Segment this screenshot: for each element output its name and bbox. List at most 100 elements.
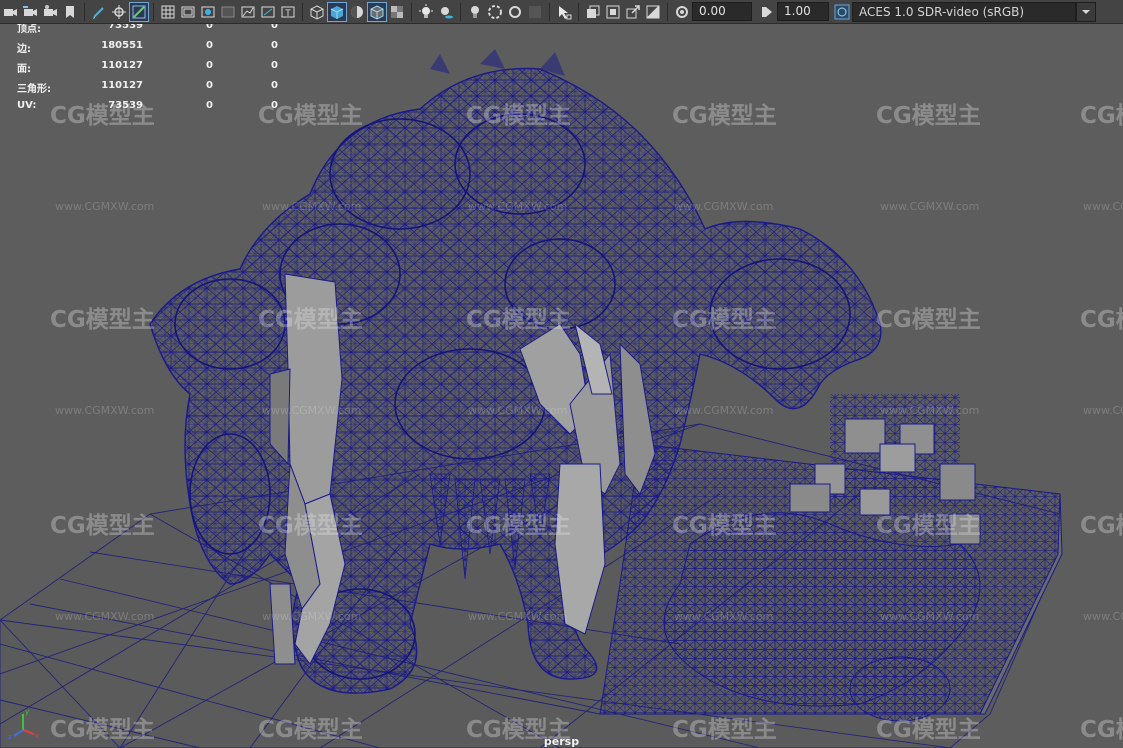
shadows-icon[interactable] bbox=[437, 3, 455, 21]
smooth-shade-icon[interactable] bbox=[327, 1, 347, 22]
watermark-logo: CG模型主 bbox=[672, 103, 777, 129]
anti-aliasing-icon[interactable] bbox=[506, 3, 524, 21]
hud-value: 0 bbox=[271, 24, 278, 31]
watermark-url: www.CGMXW.com bbox=[468, 404, 568, 417]
watermark-url: www.CGMXW.com bbox=[1083, 404, 1123, 417]
toolbar-divider bbox=[411, 2, 412, 21]
hud-value: 0 bbox=[271, 80, 278, 91]
watermark-url: www.CGMXW.com bbox=[674, 404, 774, 417]
xray-icon[interactable] bbox=[555, 3, 573, 21]
watermark-url: www.CGMXW.com bbox=[674, 610, 774, 623]
toolbar-divider bbox=[549, 2, 550, 21]
watermark-url: www.CGMXW.com bbox=[880, 610, 980, 623]
watermark-url: www.CGMXW.com bbox=[55, 404, 155, 417]
hud-row-vertices: 顶点: 73539 0 0 bbox=[17, 24, 278, 40]
hud-value: 73539 bbox=[108, 100, 143, 111]
watermark-logo: CG模型主 bbox=[466, 307, 571, 333]
perspective-viewport[interactable]: CG模型主 CG模型主 CG模型主 CG模型主 CG模型主 CG模型主 CG模型… bbox=[0, 24, 1123, 748]
watermark-logo: CG模型主 bbox=[466, 103, 571, 129]
hud-value: 0 bbox=[206, 80, 213, 91]
watermark-url: www.CGMXW.com bbox=[1083, 610, 1123, 623]
isolate-icon[interactable] bbox=[624, 3, 642, 21]
exposure-input[interactable]: 0.00 bbox=[692, 2, 752, 21]
grid-icon[interactable] bbox=[159, 3, 177, 21]
screen-space-ao-icon[interactable] bbox=[466, 3, 484, 21]
safe-title-icon[interactable]: T bbox=[279, 3, 297, 21]
hud-value: 110127 bbox=[101, 60, 143, 71]
colorspace-value: ACES 1.0 SDR-video (sRGB) bbox=[859, 4, 1025, 19]
hud-value: 0 bbox=[206, 100, 213, 111]
watermark-url: www.CGMXW.com bbox=[880, 404, 980, 417]
watermark-url: www.CGMXW.com bbox=[55, 610, 155, 623]
resolution-gate-icon[interactable] bbox=[199, 3, 217, 21]
hud-value: 0 bbox=[206, 24, 213, 31]
chevron-down-icon[interactable] bbox=[1076, 1, 1096, 22]
watermark-url: www.CGMXW.com bbox=[262, 200, 362, 213]
watermark-url: www.CGMXW.com bbox=[1083, 200, 1123, 213]
select-camera-icon[interactable] bbox=[1, 3, 19, 21]
hud-label: UV: bbox=[17, 100, 37, 111]
backface-icon[interactable] bbox=[644, 3, 662, 21]
hud-value: 0 bbox=[271, 60, 278, 71]
watermark-url: www.CGMXW.com bbox=[880, 200, 980, 213]
poly-count-hud: 顶点: 73539 0 0 边: 180551 0 0 面: 110127 0 … bbox=[17, 24, 278, 120]
camera-attributes-icon[interactable] bbox=[21, 3, 39, 21]
watermark-url: www.CGMXW.com bbox=[674, 200, 774, 213]
textured-icon[interactable] bbox=[388, 3, 406, 21]
hud-label: 面: bbox=[17, 64, 31, 75]
motion-blur-icon[interactable] bbox=[486, 3, 504, 21]
bookmark-icon[interactable] bbox=[41, 3, 59, 21]
camera-name-label: persp bbox=[543, 735, 580, 748]
isolate-select-icon[interactable] bbox=[129, 1, 149, 22]
watermark-logo: CG模型主 bbox=[466, 513, 571, 539]
wireframe-scene bbox=[0, 49, 1063, 748]
hud-value: 0 bbox=[206, 40, 213, 51]
gamma-input[interactable]: 1.00 bbox=[777, 2, 829, 21]
hud-value: 0 bbox=[271, 100, 278, 111]
toolbar-divider bbox=[153, 2, 154, 21]
toolbar-divider bbox=[84, 2, 85, 21]
safe-action-icon[interactable] bbox=[259, 3, 277, 21]
hud-row-uvs: UV: 73539 0 0 bbox=[17, 100, 278, 120]
hud-label: 边: bbox=[17, 44, 31, 55]
watermark-logo: CG模型主 bbox=[50, 307, 155, 333]
watermark-logo: CG模型主 bbox=[672, 307, 777, 333]
colorspace-dropdown[interactable]: ACES 1.0 SDR-video (sRGB) bbox=[852, 1, 1076, 22]
film-gate-icon[interactable] bbox=[179, 3, 197, 21]
watermark-url: www.CGMXW.com bbox=[468, 610, 568, 623]
viewport-toolbar: T 0.00 1.00 ACES 1.0 SDR-video (sRGB) bbox=[0, 0, 1123, 24]
depth-of-field-icon[interactable] bbox=[526, 3, 544, 21]
two-d-pan-icon[interactable] bbox=[110, 3, 128, 21]
watermark-logo: CG模型主 bbox=[876, 103, 981, 129]
wireframe-icon[interactable] bbox=[308, 3, 326, 21]
xray-components-icon[interactable] bbox=[604, 3, 622, 21]
hud-row-faces: 面: 110127 0 0 bbox=[17, 60, 278, 80]
gate-mask-icon[interactable] bbox=[219, 3, 237, 21]
watermark-logo: CG模型主 bbox=[50, 513, 155, 539]
toolbar-divider bbox=[302, 2, 303, 21]
exposure-icon[interactable] bbox=[673, 3, 691, 21]
hud-row-triangles: 三角形: 110127 0 0 bbox=[17, 80, 278, 100]
hud-row-edges: 边: 180551 0 0 bbox=[17, 40, 278, 60]
field-chart-icon[interactable] bbox=[239, 3, 257, 21]
gamma-icon[interactable] bbox=[758, 3, 776, 21]
hud-value: 180551 bbox=[101, 40, 143, 51]
watermark-logo: CG模型主 bbox=[1080, 307, 1123, 333]
hud-value: 73539 bbox=[108, 24, 143, 31]
watermark-url: www.CGMXW.com bbox=[468, 200, 568, 213]
hud-label: 三角形: bbox=[17, 84, 51, 95]
watermark-logo: CG模型主 bbox=[876, 513, 981, 539]
hud-label: 顶点: bbox=[17, 24, 41, 35]
image-plane-icon[interactable] bbox=[61, 3, 79, 21]
use-all-lights-icon[interactable] bbox=[417, 3, 435, 21]
shaded-wireframe-icon[interactable] bbox=[367, 1, 387, 22]
grease-pencil-icon[interactable] bbox=[90, 3, 108, 21]
toolbar-divider bbox=[578, 2, 579, 21]
watermark-url: www.CGMXW.com bbox=[262, 404, 362, 417]
hud-value: 110127 bbox=[101, 80, 143, 91]
default-material-icon[interactable] bbox=[348, 3, 366, 21]
color-management-icon[interactable] bbox=[833, 3, 851, 21]
watermark-logo: CG模型主 bbox=[258, 513, 363, 539]
xray-joints-icon[interactable] bbox=[584, 3, 602, 21]
toolbar-divider bbox=[460, 2, 461, 21]
